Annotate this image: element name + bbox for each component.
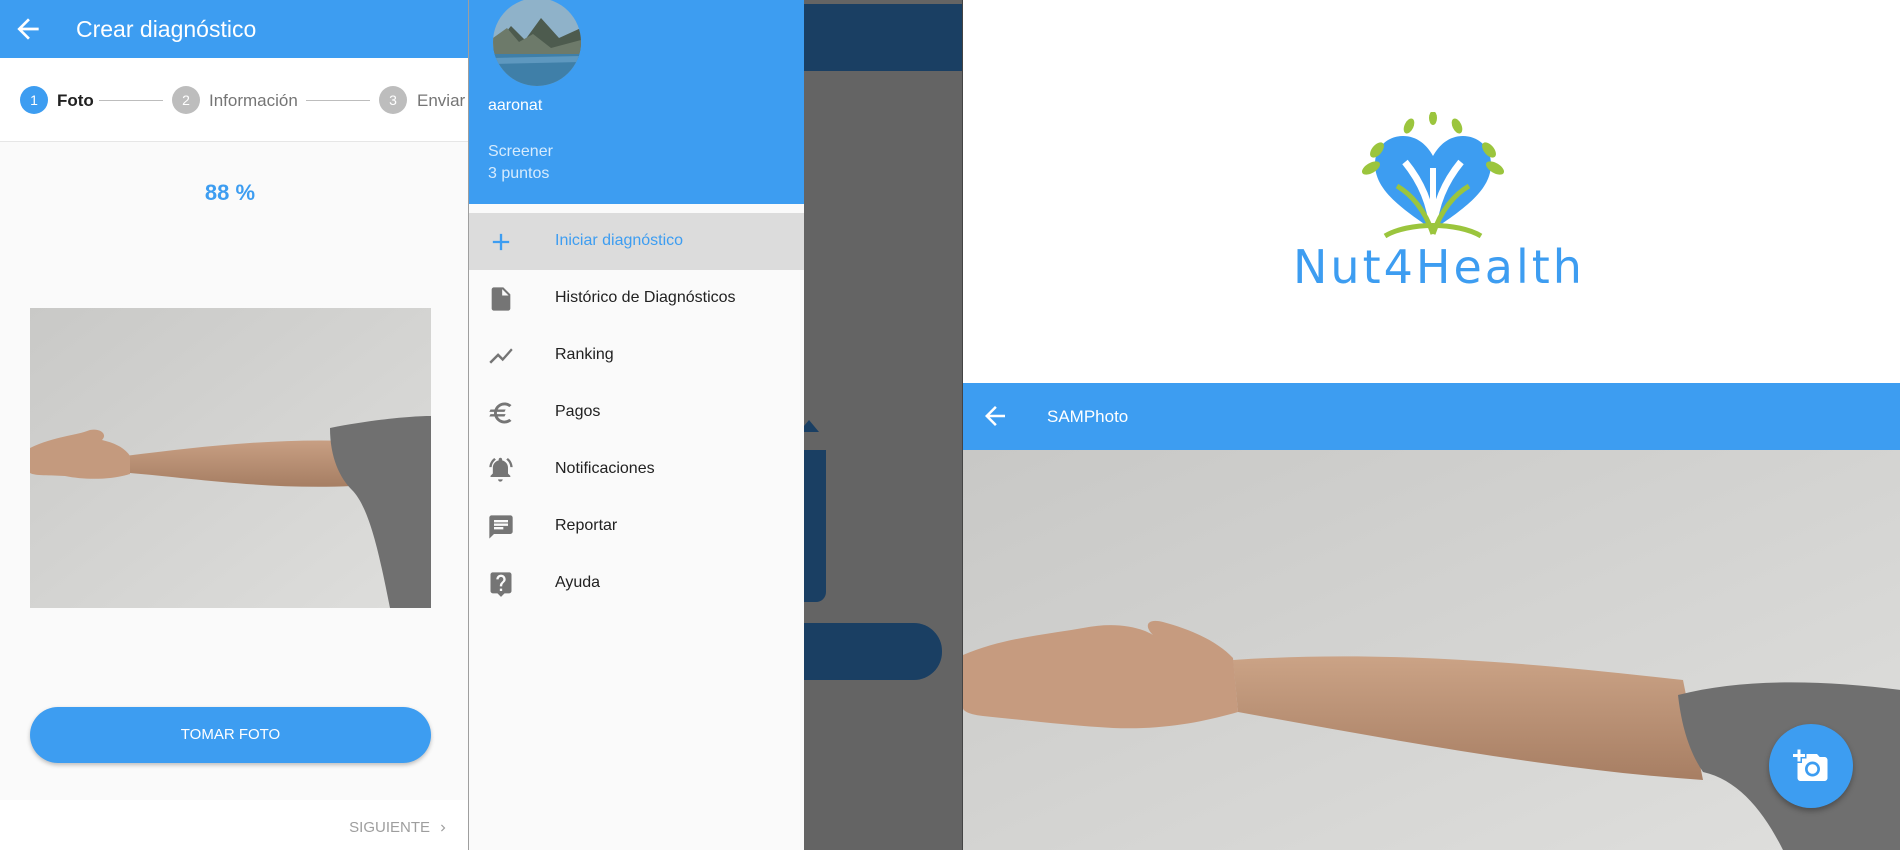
menu-item-label: Notificaciones bbox=[555, 460, 655, 477]
menu-item-label: Pagos bbox=[555, 403, 601, 420]
menu-item-ayuda[interactable]: Ayuda bbox=[469, 555, 804, 612]
app-logo: Nut4Health bbox=[1293, 111, 1585, 302]
step-divider bbox=[306, 100, 370, 101]
menu-item-label: Reportar bbox=[555, 517, 618, 534]
plus-icon bbox=[492, 233, 510, 251]
app-bar: SAMPhoto bbox=[963, 383, 1900, 450]
navigation-drawer: aaronat Screener 3 puntos Iniciar diagnó… bbox=[469, 0, 804, 850]
page-title: SAMPhoto bbox=[1047, 407, 1129, 426]
user-points: 3 puntos bbox=[488, 165, 550, 182]
add-photo-icon bbox=[1793, 749, 1828, 781]
chevron-right-icon bbox=[441, 824, 446, 832]
arm-photo bbox=[30, 308, 431, 608]
menu-item-label: Iniciar diagnóstico bbox=[555, 232, 684, 249]
bottom-bar: SIGUIENTE bbox=[0, 800, 468, 850]
menu-item-reportar[interactable]: Reportar bbox=[469, 498, 804, 555]
take-photo-button[interactable]: TOMAR FOTO bbox=[30, 707, 431, 763]
back-arrow-icon[interactable] bbox=[980, 401, 1010, 431]
menu-item-label: Histórico de Diagnósticos bbox=[555, 289, 736, 306]
app-bar: Crear diagnóstico bbox=[0, 0, 468, 58]
trending-icon bbox=[489, 348, 513, 364]
step-2-label: Información bbox=[209, 91, 298, 110]
camera-preview bbox=[963, 450, 1900, 850]
step-3-circle: 3 bbox=[379, 86, 407, 114]
back-arrow-icon[interactable] bbox=[12, 13, 44, 45]
step-2-circle: 2 bbox=[172, 86, 200, 114]
menu-item-notificaciones[interactable]: Notificaciones bbox=[469, 441, 804, 498]
step-1-label: Foto bbox=[57, 91, 94, 110]
quality-percentage: 88 % bbox=[204, 180, 256, 205]
menu-item-iniciar-diagnostico[interactable]: Iniciar diagnóstico bbox=[469, 213, 804, 270]
heart-sprout-icon bbox=[1361, 111, 1505, 239]
brand-name: Nut4Health bbox=[1293, 240, 1585, 294]
samphoto-screen: Nut4Health SAMPhoto bbox=[962, 0, 1900, 850]
euro-icon bbox=[489, 402, 512, 424]
comment-icon bbox=[489, 515, 513, 539]
next-button[interactable]: SIGUIENTE bbox=[349, 818, 450, 838]
menu-item-label: Ayuda bbox=[555, 574, 601, 591]
avatar[interactable] bbox=[493, 0, 581, 86]
document-icon bbox=[491, 287, 511, 311]
page-title: Crear diagnóstico bbox=[76, 16, 257, 42]
user-role: Screener bbox=[488, 143, 553, 160]
menu-item-historico[interactable]: Histórico de Diagnósticos bbox=[469, 270, 804, 327]
camera-fab-button[interactable] bbox=[1769, 724, 1853, 808]
navigation-drawer-screen: aaronat Screener 3 puntos Iniciar diagnó… bbox=[468, 0, 962, 850]
username: aaronat bbox=[488, 97, 543, 114]
drawer-header: aaronat Screener 3 puntos bbox=[469, 0, 804, 204]
menu-item-pagos[interactable]: Pagos bbox=[469, 384, 804, 441]
app-screens: Crear diagnóstico 1 Foto 2 Información 3… bbox=[0, 0, 1900, 850]
create-diagnosis-screen: Crear diagnóstico 1 Foto 2 Información 3… bbox=[0, 0, 468, 850]
bell-icon bbox=[489, 457, 513, 482]
stepper: 1 Foto 2 Información 3 Enviar bbox=[0, 58, 468, 142]
help-icon bbox=[490, 572, 512, 597]
step-3-label: Enviar bbox=[417, 91, 466, 110]
menu-item-label: Ranking bbox=[555, 346, 614, 363]
step-1-circle: 1 bbox=[20, 86, 48, 114]
next-button-label: SIGUIENTE bbox=[349, 819, 430, 836]
step-divider bbox=[99, 100, 163, 101]
menu-item-ranking[interactable]: Ranking bbox=[469, 327, 804, 384]
